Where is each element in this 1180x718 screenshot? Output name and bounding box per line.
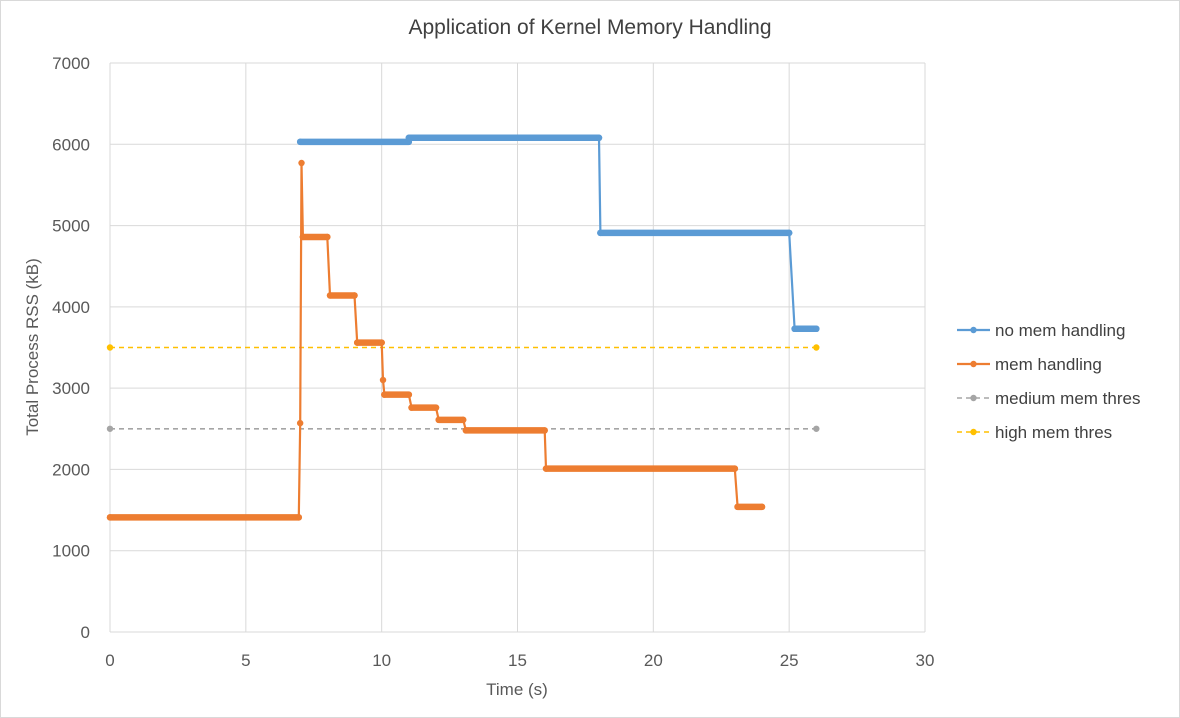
y-tick-label: 2000 — [52, 460, 90, 479]
legend-item-mem-handling: mem handling — [957, 355, 1102, 374]
data-point — [731, 465, 739, 472]
y-axis-title: Total Process RSS (kB) — [23, 258, 42, 436]
tick-labels: 0 1000 2000 3000 4000 5000 6000 7000 0 5 10 15 20 25 3… — [52, 54, 934, 670]
y-tick-label: 1000 — [52, 542, 90, 561]
data-point — [326, 292, 334, 299]
data-point — [381, 391, 388, 398]
y-tick-label: 3000 — [52, 379, 90, 398]
legend-label: mem handling — [995, 355, 1102, 374]
data-point — [296, 138, 304, 146]
legend-item-no-mem-handling: no mem handling — [957, 321, 1125, 340]
legend: no mem handling mem handling medium mem th… — [957, 321, 1140, 442]
x-tick-label: 30 — [916, 651, 935, 670]
y-tick-label: 5000 — [52, 217, 90, 236]
data-point — [378, 339, 385, 346]
data-point — [405, 391, 413, 398]
series-line — [110, 162, 762, 519]
series-mem-handling — [106, 159, 766, 521]
legend-item-medium-mem-thres: medium mem thres — [957, 389, 1140, 408]
data-point — [542, 465, 550, 472]
plot-area — [106, 134, 820, 521]
y-tick-label: 7000 — [52, 54, 90, 73]
data-point — [758, 503, 766, 511]
legend-item-high-mem-thres: high mem thres — [957, 423, 1112, 442]
data-point — [813, 425, 820, 432]
y-tick-label: 0 — [81, 623, 90, 642]
series-no-mem-handling — [296, 134, 820, 333]
x-tick-label: 15 — [508, 651, 527, 670]
x-tick-label: 10 — [372, 651, 391, 670]
data-point — [298, 159, 305, 167]
x-tick-label: 25 — [780, 651, 799, 670]
data-point — [106, 425, 114, 432]
data-point — [299, 233, 307, 241]
data-point — [379, 376, 387, 384]
chart-title: Application of Kernel Memory Handling — [408, 16, 771, 39]
data-point — [432, 404, 440, 411]
legend-marker — [970, 360, 977, 368]
data-point — [295, 514, 303, 521]
data-point — [408, 404, 415, 411]
x-axis-title: Time (s) — [486, 680, 548, 699]
x-tick-label: 0 — [105, 651, 114, 670]
y-tick-label: 4000 — [52, 298, 90, 317]
data-point — [106, 514, 114, 521]
data-point — [405, 134, 413, 141]
data-point — [106, 344, 114, 351]
data-point — [595, 134, 603, 141]
data-point — [734, 503, 741, 511]
data-point — [791, 325, 798, 333]
legend-label: high mem thres — [995, 423, 1112, 442]
data-point — [813, 344, 820, 351]
legend-label: no mem handling — [995, 321, 1125, 340]
series-high-mem-thres — [106, 344, 820, 351]
data-point — [541, 427, 548, 434]
legend-marker — [970, 428, 977, 436]
data-point — [813, 325, 820, 333]
legend-label: medium mem thres — [995, 389, 1140, 408]
line-chart: Application of Kernel Memory Handling 0 1… — [23, 16, 1140, 699]
data-point — [296, 419, 304, 427]
data-point — [597, 229, 604, 237]
data-point — [435, 416, 442, 424]
x-tick-label: 20 — [644, 651, 663, 670]
legend-marker — [970, 394, 977, 402]
data-point — [785, 229, 793, 237]
data-point — [351, 292, 358, 299]
y-tick-label: 6000 — [52, 135, 90, 154]
legend-marker — [970, 326, 977, 334]
data-point — [459, 416, 467, 424]
data-point — [324, 233, 331, 241]
x-tick-label: 5 — [241, 651, 250, 670]
data-point — [354, 339, 361, 346]
data-point — [462, 427, 470, 434]
